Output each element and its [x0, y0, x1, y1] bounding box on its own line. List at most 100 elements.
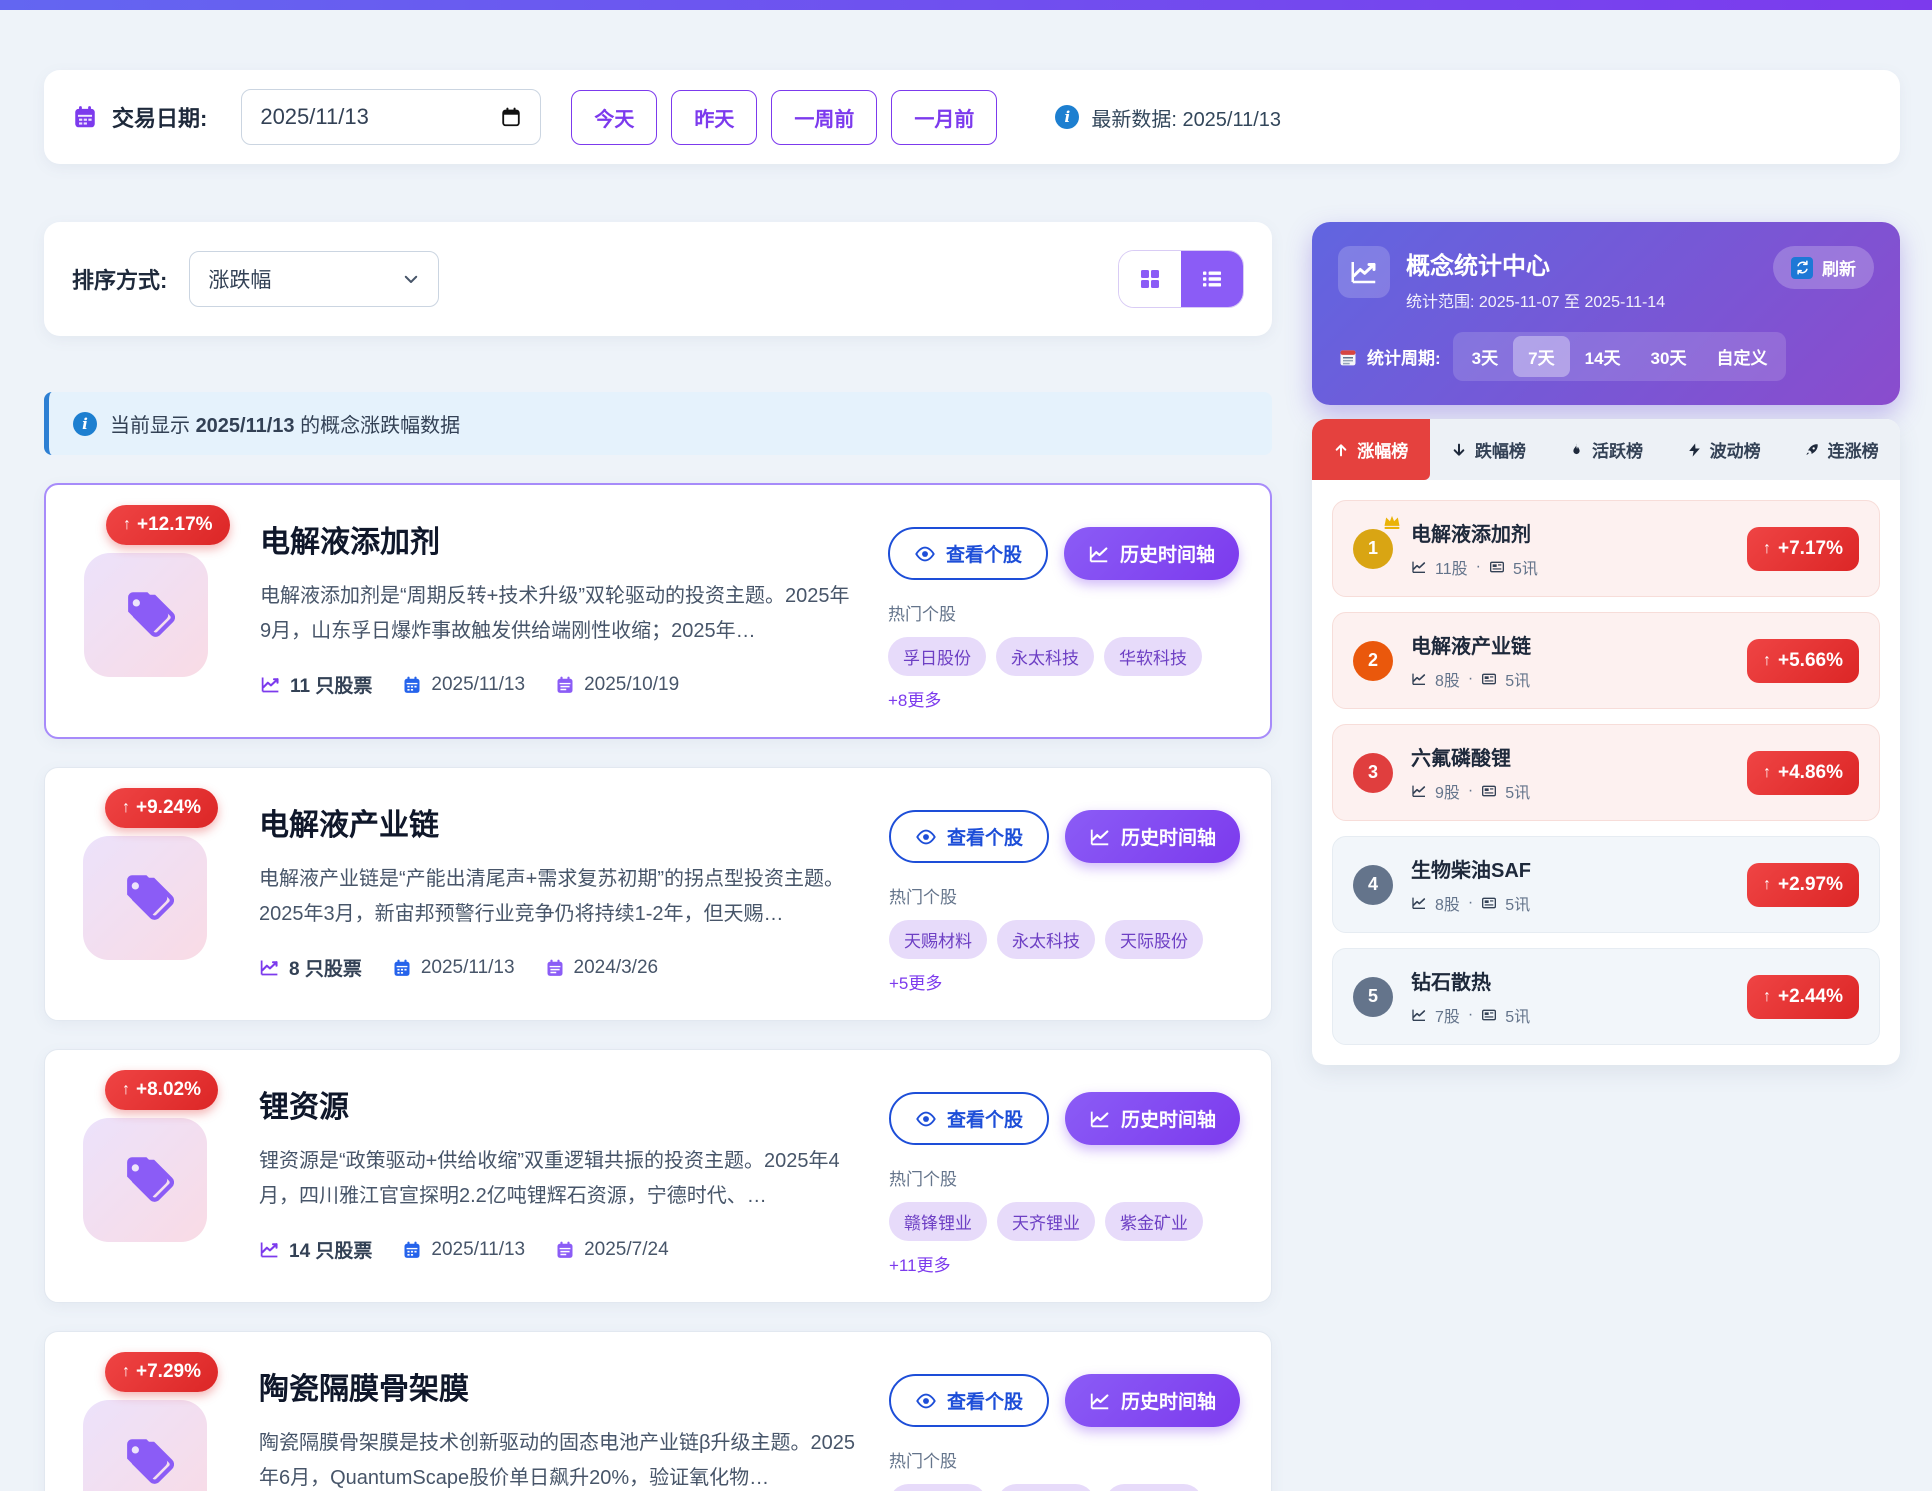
- view-stocks-button[interactable]: 查看个股: [889, 1092, 1049, 1145]
- stock-tag[interactable]: 紫金矿业: [1105, 1202, 1203, 1241]
- stock-tag[interactable]: 天齐锂业: [997, 1202, 1095, 1241]
- stock-tag[interactable]: 佛塑科技: [997, 1484, 1095, 1491]
- sort-select[interactable]: 涨跌幅: [189, 251, 439, 307]
- latest-data-note: i 最新数据: 2025/11/13: [1055, 103, 1281, 132]
- history-timeline-button[interactable]: 历史时间轴: [1064, 527, 1239, 580]
- concept-title: 陶瓷隔膜骨架膜: [259, 1364, 855, 1408]
- rank-meta: 11股· 5讯: [1411, 555, 1538, 579]
- news-icon: [1481, 895, 1497, 911]
- view-stocks-button[interactable]: 查看个股: [889, 1374, 1049, 1427]
- stock-tag[interactable]: 东峰集团: [1105, 1484, 1203, 1491]
- tab-losers[interactable]: 跌幅榜: [1430, 419, 1548, 480]
- latest-data-text: 最新数据: 2025/11/13: [1091, 103, 1281, 132]
- rank-name: 电解液产业链: [1411, 630, 1531, 659]
- stock-tag[interactable]: 华软科技: [1104, 637, 1202, 676]
- period-30d-button[interactable]: 30天: [1636, 336, 1702, 377]
- concept-actions: 查看个股 历史时间轴 热门个股 星源材质 佛塑科技 东峰集团 +5更多: [889, 1358, 1241, 1491]
- period-7d-button[interactable]: 7天: [1513, 336, 1569, 377]
- tab-streak[interactable]: 连涨榜: [1782, 419, 1900, 480]
- lightning-icon: [1687, 442, 1702, 458]
- chart-line-icon: [1411, 559, 1427, 575]
- rank-item[interactable]: 3 六氟磷酸锂 9股· 5讯 ↑+4.86%: [1332, 724, 1880, 821]
- view-stocks-button[interactable]: 查看个股: [889, 810, 1049, 863]
- stock-tag[interactable]: 永太科技: [997, 920, 1095, 959]
- month-ago-button[interactable]: 一月前: [891, 90, 997, 145]
- eye-icon: [915, 826, 937, 848]
- list-icon: [1200, 267, 1224, 291]
- change-badge: ↑+8.02%: [105, 1070, 218, 1110]
- stock-tag[interactable]: 天际股份: [1105, 920, 1203, 959]
- grid-view-button[interactable]: [1119, 251, 1181, 307]
- chart-line-icon: [259, 957, 280, 978]
- more-tags-link[interactable]: +5更多: [889, 969, 942, 994]
- rank-item[interactable]: 1 电解液添加剂 11股· 5讯 ↑+7.17%: [1332, 500, 1880, 597]
- news-icon: [1481, 671, 1497, 687]
- hot-stock-tags: 赣锋锂业 天齐锂业 紫金矿业 +11更多: [889, 1202, 1241, 1276]
- concept-avatar: [84, 553, 208, 677]
- refresh-icon: [1791, 257, 1813, 279]
- calendar-icon: [545, 958, 565, 978]
- concept-content: 陶瓷隔膜骨架膜 陶瓷隔膜骨架膜是技术创新驱动的固态电池产业链β升级主题。2025…: [259, 1358, 855, 1491]
- origin-date: 2025/7/24: [555, 1239, 669, 1261]
- quick-date-buttons: 今天 昨天 一周前 一月前: [571, 90, 997, 145]
- calendar-icon: [555, 1240, 575, 1260]
- hot-stocks-label: 热门个股: [888, 600, 1240, 625]
- up-arrow-icon: ↑: [1763, 540, 1771, 558]
- history-timeline-button[interactable]: 历史时间轴: [1065, 1374, 1240, 1427]
- concept-card: ↑+8.02% 锂资源 锂资源是“政策驱动+供给收缩”双重逻辑共振的投资主题。2…: [44, 1049, 1272, 1303]
- flame-icon: [1569, 442, 1584, 458]
- eye-icon: [915, 1390, 937, 1412]
- more-tags-link[interactable]: +11更多: [889, 1251, 951, 1276]
- eye-icon: [914, 543, 936, 565]
- up-arrow-icon: ↑: [1763, 988, 1771, 1006]
- rank-change-badge: ↑+4.86%: [1747, 751, 1859, 795]
- rank-item[interactable]: 2 电解液产业链 8股· 5讯 ↑+5.66%: [1332, 612, 1880, 709]
- calendar-icon: [1338, 347, 1358, 367]
- concept-title: 电解液产业链: [259, 800, 855, 844]
- week-ago-button[interactable]: 一周前: [771, 90, 877, 145]
- date-picker-icon[interactable]: [500, 106, 522, 128]
- concept-actions: 查看个股 历史时间轴 热门个股 孚日股份 永太科技 华软科技 +8更多: [888, 511, 1240, 711]
- stock-tag[interactable]: 赣锋锂业: [889, 1202, 987, 1241]
- trade-date-bar: 交易日期: 2025/11/13 今天 昨天 一周前 一月前 i 最新数据: 2…: [44, 70, 1900, 164]
- concept-icon-block: ↑+7.29%: [75, 1358, 225, 1491]
- trade-date-value: 2025/11/13: [260, 104, 368, 130]
- history-timeline-button[interactable]: 历史时间轴: [1065, 810, 1240, 863]
- concept-actions: 查看个股 历史时间轴 热门个股 赣锋锂业 天齐锂业 紫金矿业 +11更多: [889, 1076, 1241, 1276]
- up-arrow-icon: ↑: [1763, 652, 1771, 670]
- rank-name: 六氟磷酸锂: [1411, 742, 1530, 771]
- history-timeline-button[interactable]: 历史时间轴: [1065, 1092, 1240, 1145]
- tab-active[interactable]: 活跃榜: [1547, 419, 1665, 480]
- period-3d-button[interactable]: 3天: [1457, 336, 1513, 377]
- stock-count: 11 只股票: [260, 671, 372, 698]
- refresh-button[interactable]: 刷新: [1773, 246, 1874, 289]
- rank-item[interactable]: 4 生物柴油SAF 8股· 5讯 ↑+2.97%: [1332, 836, 1880, 933]
- period-14d-button[interactable]: 14天: [1570, 336, 1636, 377]
- rank-item[interactable]: 5 钻石散热 7股· 5讯 ↑+2.44%: [1332, 948, 1880, 1045]
- today-button[interactable]: 今天: [571, 90, 657, 145]
- tab-gainers[interactable]: 涨幅榜: [1312, 419, 1430, 480]
- more-tags-link[interactable]: +8更多: [888, 686, 941, 711]
- update-date: 2025/11/13: [392, 957, 515, 979]
- stock-tag[interactable]: 星源材质: [889, 1484, 987, 1491]
- yesterday-button[interactable]: 昨天: [671, 90, 757, 145]
- up-arrow-icon: ↑: [122, 1363, 130, 1381]
- view-stocks-button[interactable]: 查看个股: [888, 527, 1048, 580]
- tags-icon: [117, 586, 175, 644]
- stock-tag[interactable]: 永太科技: [996, 637, 1094, 676]
- rank-change-badge: ↑+2.97%: [1747, 863, 1859, 907]
- hot-stocks-label: 热门个股: [889, 1447, 1241, 1472]
- tab-volatility[interactable]: 波动榜: [1665, 419, 1783, 480]
- stock-tag[interactable]: 天赐材料: [889, 920, 987, 959]
- chart-line-icon: [1089, 1390, 1111, 1412]
- eye-icon: [915, 1108, 937, 1130]
- rank-board: 涨幅榜 跌幅榜 活跃榜 波动榜: [1312, 419, 1900, 1065]
- chart-line-icon: [1411, 671, 1427, 687]
- sort-selected-value: 涨跌幅: [208, 264, 271, 294]
- chevron-down-icon: [402, 270, 420, 288]
- concept-content: 电解液产业链 电解液产业链是“产能出清尾声+需求复苏初期”的拐点型投资主题。20…: [259, 794, 855, 994]
- period-custom-button[interactable]: 自定义: [1701, 336, 1782, 377]
- list-view-button[interactable]: [1181, 251, 1243, 307]
- trade-date-input[interactable]: 2025/11/13: [241, 89, 541, 145]
- stock-tag[interactable]: 孚日股份: [888, 637, 986, 676]
